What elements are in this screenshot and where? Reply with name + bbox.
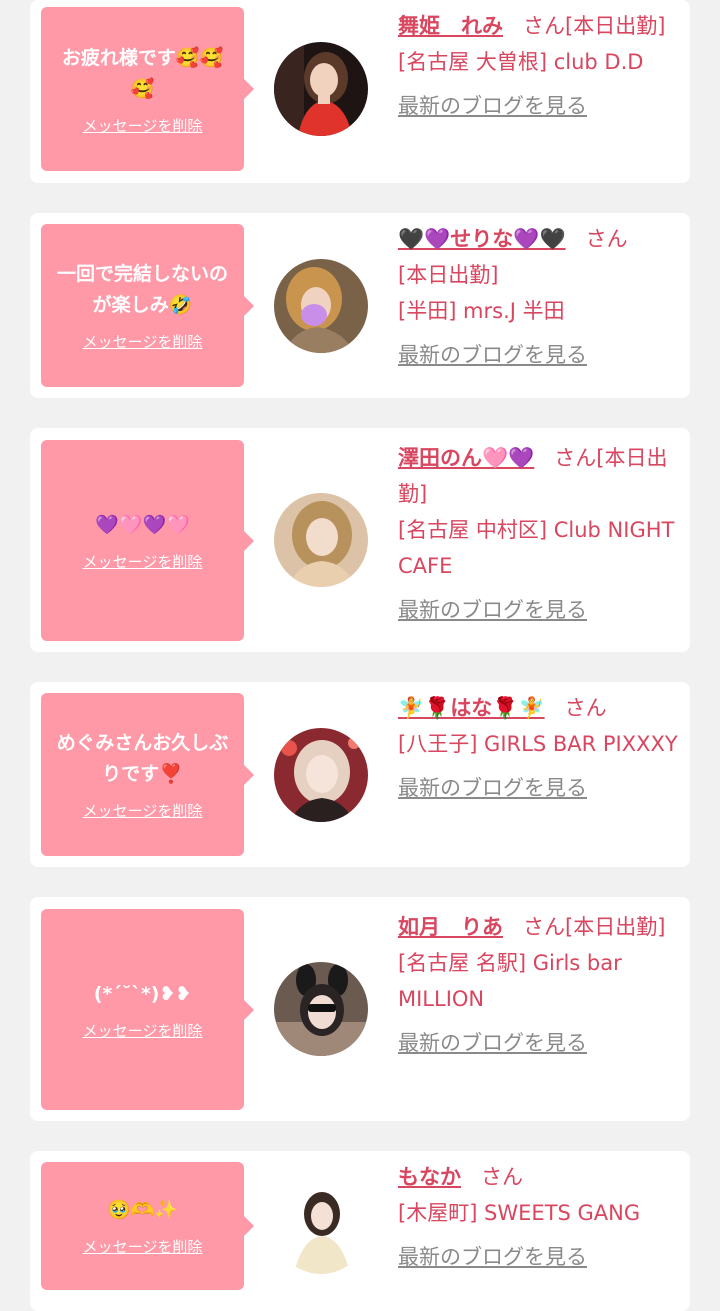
message-card: 🥹🫶✨ メッセージを削除 もなか さん [木屋町] SWEETS GANG 最新の…: [30, 1151, 690, 1311]
latest-blog-link[interactable]: 最新のブログを見る: [398, 1025, 683, 1061]
store-label: [木屋町] SWEETS GANG: [398, 1201, 641, 1225]
avatar[interactable]: [274, 493, 368, 587]
avatar[interactable]: [274, 1180, 368, 1274]
message-bubble: (*´˘`*)❥❥ メッセージを削除: [41, 909, 254, 1110]
message-text: 一回で完結しないのが楽しみ🤣: [56, 263, 228, 316]
latest-blog-link[interactable]: 最新のブログを見る: [398, 88, 683, 124]
delete-message-link[interactable]: メッセージを削除: [83, 1236, 203, 1257]
message-bubble: 一回で完結しないのが楽しみ🤣 メッセージを削除: [41, 224, 254, 387]
cast-name-link[interactable]: もなか: [398, 1165, 461, 1189]
avatar[interactable]: [274, 728, 368, 822]
delete-message-link[interactable]: メッセージを削除: [83, 331, 203, 352]
cast-info: 如月 りあ さん[本日出勤] [名古屋 名駅] Girls bar MILLION…: [398, 909, 683, 1061]
latest-blog-link[interactable]: 最新のブログを見る: [398, 592, 683, 628]
cast-info: 🧚🌹はな🌹🧚 さん [八王子] GIRLS BAR PIXXXY 最新のブログを見…: [398, 690, 683, 806]
honorific-label: さん: [523, 14, 565, 38]
cast-info: 舞姫 れみ さん[本日出勤] [名古屋 大曽根] club D.D 最新のブログを…: [398, 8, 683, 124]
message-bubble: お疲れ様です🥰🥰🥰 メッセージを削除: [41, 7, 254, 171]
cast-name-link[interactable]: 舞姫 れみ: [398, 14, 503, 38]
delete-message-link[interactable]: メッセージを削除: [83, 551, 203, 572]
message-text: お疲れ様です🥰🥰🥰: [61, 46, 224, 100]
message-card: 💜🩷💜🩷 メッセージを削除 澤田のん🩷💜 さん[本日出勤] [名古屋 中村区] C…: [30, 428, 690, 652]
honorific-label: さん: [585, 227, 628, 251]
store-label: [名古屋 中村区] Club NIGHT CAFE: [398, 518, 675, 578]
cast-name-link[interactable]: 🖤💜せりな💜🖤: [398, 227, 566, 251]
message-card: お疲れ様です🥰🥰🥰 メッセージを削除 舞姫 れみ さん[本日出勤] [名古屋 大曽…: [30, 0, 690, 183]
avatar[interactable]: [274, 962, 368, 1056]
avatar[interactable]: [274, 42, 368, 136]
latest-blog-link[interactable]: 最新のブログを見る: [398, 337, 683, 373]
store-label: [半田] mrs.J 半田: [398, 299, 565, 323]
store-label: [名古屋 大曽根] club D.D: [398, 50, 644, 74]
latest-blog-link[interactable]: 最新のブログを見る: [398, 770, 683, 806]
latest-blog-link[interactable]: 最新のブログを見る: [398, 1239, 683, 1275]
message-card: 一回で完結しないのが楽しみ🤣 メッセージを削除 🖤💜せりな💜🖤 さん [本日出勤]…: [30, 213, 690, 398]
delete-message-link[interactable]: メッセージを削除: [83, 800, 203, 821]
cast-name-link[interactable]: 如月 りあ: [398, 915, 503, 939]
cast-info: もなか さん [木屋町] SWEETS GANG 最新のブログを見る: [398, 1159, 683, 1275]
attendance-status: [本日出勤]: [398, 263, 499, 287]
cast-name-link[interactable]: 澤田のん🩷💜: [398, 446, 534, 470]
delete-message-link[interactable]: メッセージを削除: [83, 1020, 203, 1041]
message-text: (*´˘`*)❥❥: [93, 982, 192, 1005]
avatar[interactable]: [274, 259, 368, 353]
attendance-status: [本日出勤]: [565, 14, 666, 38]
cast-info: 🖤💜せりな💜🖤 さん [本日出勤] [半田] mrs.J 半田 最新のブログを見る: [398, 221, 683, 373]
message-text: 🥹🫶✨: [107, 1199, 178, 1221]
honorific-label: さん: [523, 915, 565, 939]
honorific-label: さん: [554, 446, 597, 470]
message-card: めぐみさんお久しぶりです❣️ メッセージを削除 🧚🌹はな🌹🧚 さん [八王子] G…: [30, 682, 690, 867]
message-bubble: 💜🩷💜🩷 メッセージを削除: [41, 440, 254, 641]
message-bubble: めぐみさんお久しぶりです❣️ メッセージを削除: [41, 693, 254, 856]
store-label: [八王子] GIRLS BAR PIXXXY: [398, 732, 678, 756]
message-bubble: 🥹🫶✨ メッセージを削除: [41, 1162, 254, 1290]
store-label: [名古屋 名駅] Girls bar MILLION: [398, 951, 622, 1011]
delete-message-link[interactable]: メッセージを削除: [83, 115, 203, 136]
cast-name-link[interactable]: 🧚🌹はな🌹🧚: [398, 696, 545, 720]
message-text: 💜🩷💜🩷: [95, 513, 190, 536]
message-list: お疲れ様です🥰🥰🥰 メッセージを削除 舞姫 れみ さん[本日出勤] [名古屋 大曽…: [0, 0, 720, 1311]
honorific-label: さん: [481, 1165, 523, 1189]
message-text: めぐみさんお久しぶりです❣️: [56, 732, 229, 785]
cast-info: 澤田のん🩷💜 さん[本日出勤] [名古屋 中村区] Club NIGHT CAFE…: [398, 440, 683, 628]
honorific-label: さん: [564, 696, 607, 720]
attendance-status: [本日出勤]: [565, 915, 666, 939]
message-card: (*´˘`*)❥❥ メッセージを削除 如月 りあ さん[本日出勤] [名古屋 名駅…: [30, 897, 690, 1121]
